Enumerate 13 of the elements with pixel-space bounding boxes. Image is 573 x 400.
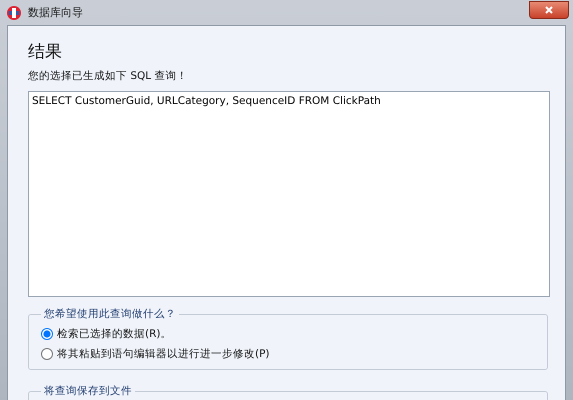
subtitle: 您的选择已生成如下 SQL 查询！ xyxy=(28,69,188,83)
close-button[interactable] xyxy=(529,0,569,18)
option-label: 检索已选择的数据(R)。 xyxy=(57,327,172,341)
page-heading: 结果 xyxy=(28,41,63,63)
group-title: 将查询保存到文件 xyxy=(43,384,133,398)
app-icon xyxy=(6,4,22,20)
close-icon xyxy=(544,4,554,14)
group-title: 您希望使用此查询做什么？ xyxy=(43,307,177,321)
radio-button[interactable] xyxy=(41,328,53,340)
query-field[interactable]: SELECT CustomerGuid, URLCategory, SequenceID FROM ClickPath xyxy=(28,91,550,297)
radio-button[interactable] xyxy=(41,348,53,360)
window-title: 数据库向导 xyxy=(28,5,84,20)
option-label: 将其粘贴到语句编辑器以进行进一步修改(P) xyxy=(57,347,270,361)
